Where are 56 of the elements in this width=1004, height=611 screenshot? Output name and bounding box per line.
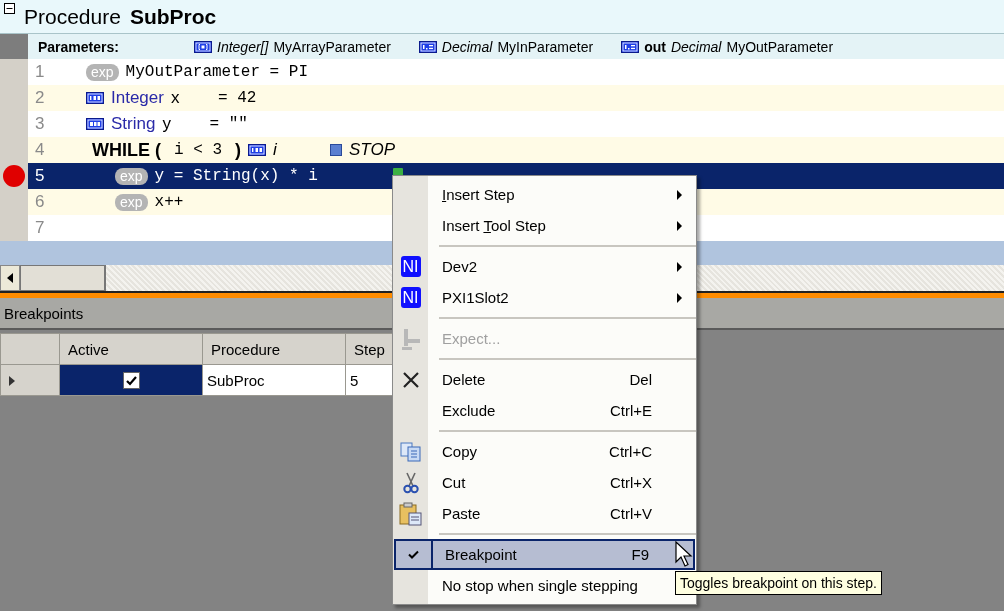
loop-variable: i (273, 140, 278, 160)
shortcut-label: Ctrl+E (609, 402, 652, 419)
parameter-type: Decimal (670, 38, 722, 55)
line-number: 5 (34, 166, 46, 186)
panel-title: Breakpoints (4, 304, 84, 322)
menu-item-label: Insert Tool Step (442, 217, 546, 234)
type-name: String (111, 114, 156, 134)
initial-value: = "" (209, 115, 248, 133)
closing-paren: ) (235, 139, 241, 161)
loop-condition: i < 3 (173, 141, 223, 159)
menu-item-label: Dev2 (442, 258, 478, 275)
shortcut-label: Ctrl+C (609, 443, 652, 460)
procedure-keyword: Procedure (24, 4, 121, 29)
menu-item-label: PXI1Slot2 (442, 289, 509, 306)
line-number: 4 (34, 140, 46, 160)
menu-item-label: Insert Step (442, 186, 515, 203)
parameter-type: Integer[] (217, 38, 269, 55)
type-name: Integer (111, 88, 164, 108)
expression-text: x++ (154, 193, 184, 211)
expression-badge: exp (86, 63, 119, 81)
expression-badge: exp (115, 193, 148, 211)
variable-name: y (162, 114, 172, 134)
line-number: 1 (34, 62, 46, 82)
parameter-type: Decimal (441, 38, 493, 55)
while-keyword: WHILE ( (92, 139, 161, 161)
parameter-name: MyInParameter (497, 38, 594, 55)
stop-label: STOP (349, 140, 395, 160)
ni-badge: NI (400, 287, 421, 308)
variable-name: x (170, 88, 181, 108)
expression-text: MyOutParameter = PI (125, 63, 308, 81)
expression-text: y = String(x) * i (154, 167, 318, 185)
shortcut-label: Ctrl+X (609, 474, 652, 491)
line-number: 3 (34, 114, 46, 134)
menu-item-label: Expect... (442, 330, 501, 347)
menu-item-label: Delete (442, 371, 486, 388)
expression-badge: exp (115, 167, 148, 185)
menu-item-label: Copy (442, 443, 478, 460)
shortcut-label: F9 (631, 546, 649, 563)
ni-badge: NI (400, 256, 421, 277)
line-number: 6 (34, 192, 46, 212)
tooltip: Toggles breakpoint on this step. (675, 571, 882, 595)
menu-item-label: Exclude (442, 402, 496, 419)
table-cell: SubProc (202, 364, 346, 396)
initial-value: = 42 (217, 89, 257, 107)
line-number: 7 (34, 218, 46, 238)
shortcut-label: Del (629, 371, 652, 388)
line-number: 2 (34, 88, 46, 108)
menu-item-label: Breakpoint (445, 546, 517, 563)
menu-item-label: Paste (442, 505, 481, 522)
parameters-label: Parameters: (38, 38, 120, 55)
menu-item-label: Cut (442, 474, 466, 491)
parameter-name: MyOutParameter (726, 38, 834, 55)
procedure-name: SubProc (129, 4, 217, 29)
shortcut-label: Ctrl+V (609, 505, 652, 522)
parameter-name: MyArrayParameter (273, 38, 391, 55)
parameter-direction: out (644, 38, 666, 55)
